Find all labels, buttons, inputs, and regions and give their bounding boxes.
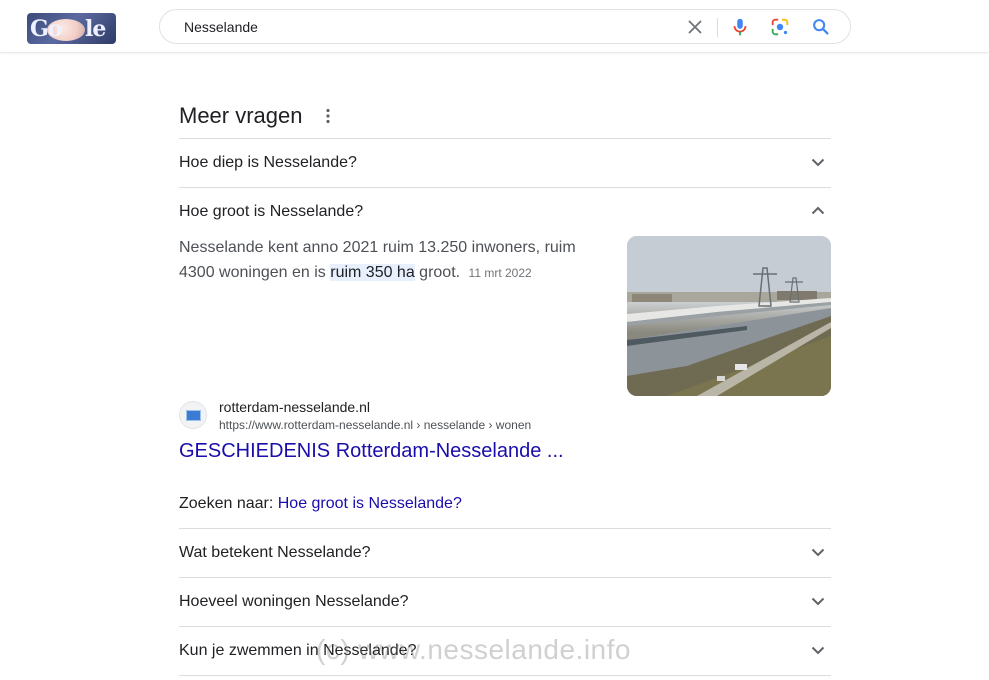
chevron-down-icon xyxy=(811,548,825,557)
google-lens-icon[interactable] xyxy=(769,16,791,38)
search-divider xyxy=(717,18,718,37)
question-text: Wat betekent Nesselande? xyxy=(179,544,371,561)
search-for-label: Zoeken naar: xyxy=(179,495,274,512)
question-text: Hoe diep is Nesselande? xyxy=(179,154,357,171)
question-row-expanded[interactable]: Hoe groot is Nesselande? xyxy=(179,188,831,236)
google-doodle-logo[interactable]: Go le xyxy=(27,13,116,44)
question-text: Hoeveel woningen Nesselande? xyxy=(179,593,409,610)
search-icon[interactable] xyxy=(810,16,832,38)
search-input[interactable]: Nesselande xyxy=(184,19,258,35)
chevron-up-icon xyxy=(811,206,825,215)
section-title: Meer vragen xyxy=(179,103,303,128)
question-text: Hoe groot is Nesselande? xyxy=(179,203,364,220)
landscape-illustration xyxy=(627,236,831,396)
search-box[interactable]: Nesselande xyxy=(159,9,851,44)
answer-highlight: ruim 350 ha xyxy=(330,264,415,281)
question-row[interactable]: Hoe diep is Nesselande? xyxy=(179,139,831,187)
question-row[interactable]: Hoeveel woningen Nesselande? xyxy=(179,578,831,626)
source-url[interactable]: https://www.rotterdam-nesselande.nl › ne… xyxy=(219,418,531,432)
chevron-down-icon xyxy=(811,646,825,655)
answer-date: 11 mrt 2022 xyxy=(468,266,532,280)
answer-thumbnail-image[interactable] xyxy=(627,236,831,396)
search-for-line: Zoeken naar: Hoe groot is Nesselande? xyxy=(179,495,462,513)
result-title-link[interactable]: GESCHIEDENIS Rotterdam-Nesselande ... xyxy=(179,440,564,463)
question-text: Kun je zwemmen in Nesselande? xyxy=(179,642,417,659)
close-icon[interactable] xyxy=(684,16,706,38)
source-favicon[interactable] xyxy=(179,401,207,429)
answer-snippet: Nesselande kent anno 2021 ruim 13.250 in… xyxy=(179,235,589,286)
question-row[interactable]: Kun je zwemmen in Nesselande? xyxy=(179,627,831,675)
divider xyxy=(179,675,831,676)
top-header: Go le Nesselande xyxy=(0,0,989,52)
answer-text-end: groot. xyxy=(414,264,461,281)
source-site-name[interactable]: rotterdam-nesselande.nl xyxy=(219,399,370,415)
chevron-down-icon xyxy=(811,597,825,606)
favicon-image xyxy=(186,410,201,421)
more-options-icon[interactable] xyxy=(318,106,338,126)
question-row[interactable]: Wat betekent Nesselande? xyxy=(179,529,831,577)
microphone-icon[interactable] xyxy=(729,16,751,38)
search-for-link[interactable]: Hoe groot is Nesselande? xyxy=(278,495,462,512)
chevron-down-icon xyxy=(811,158,825,167)
logo-text-left: Go xyxy=(30,16,62,42)
logo-text-right: le xyxy=(85,16,106,42)
